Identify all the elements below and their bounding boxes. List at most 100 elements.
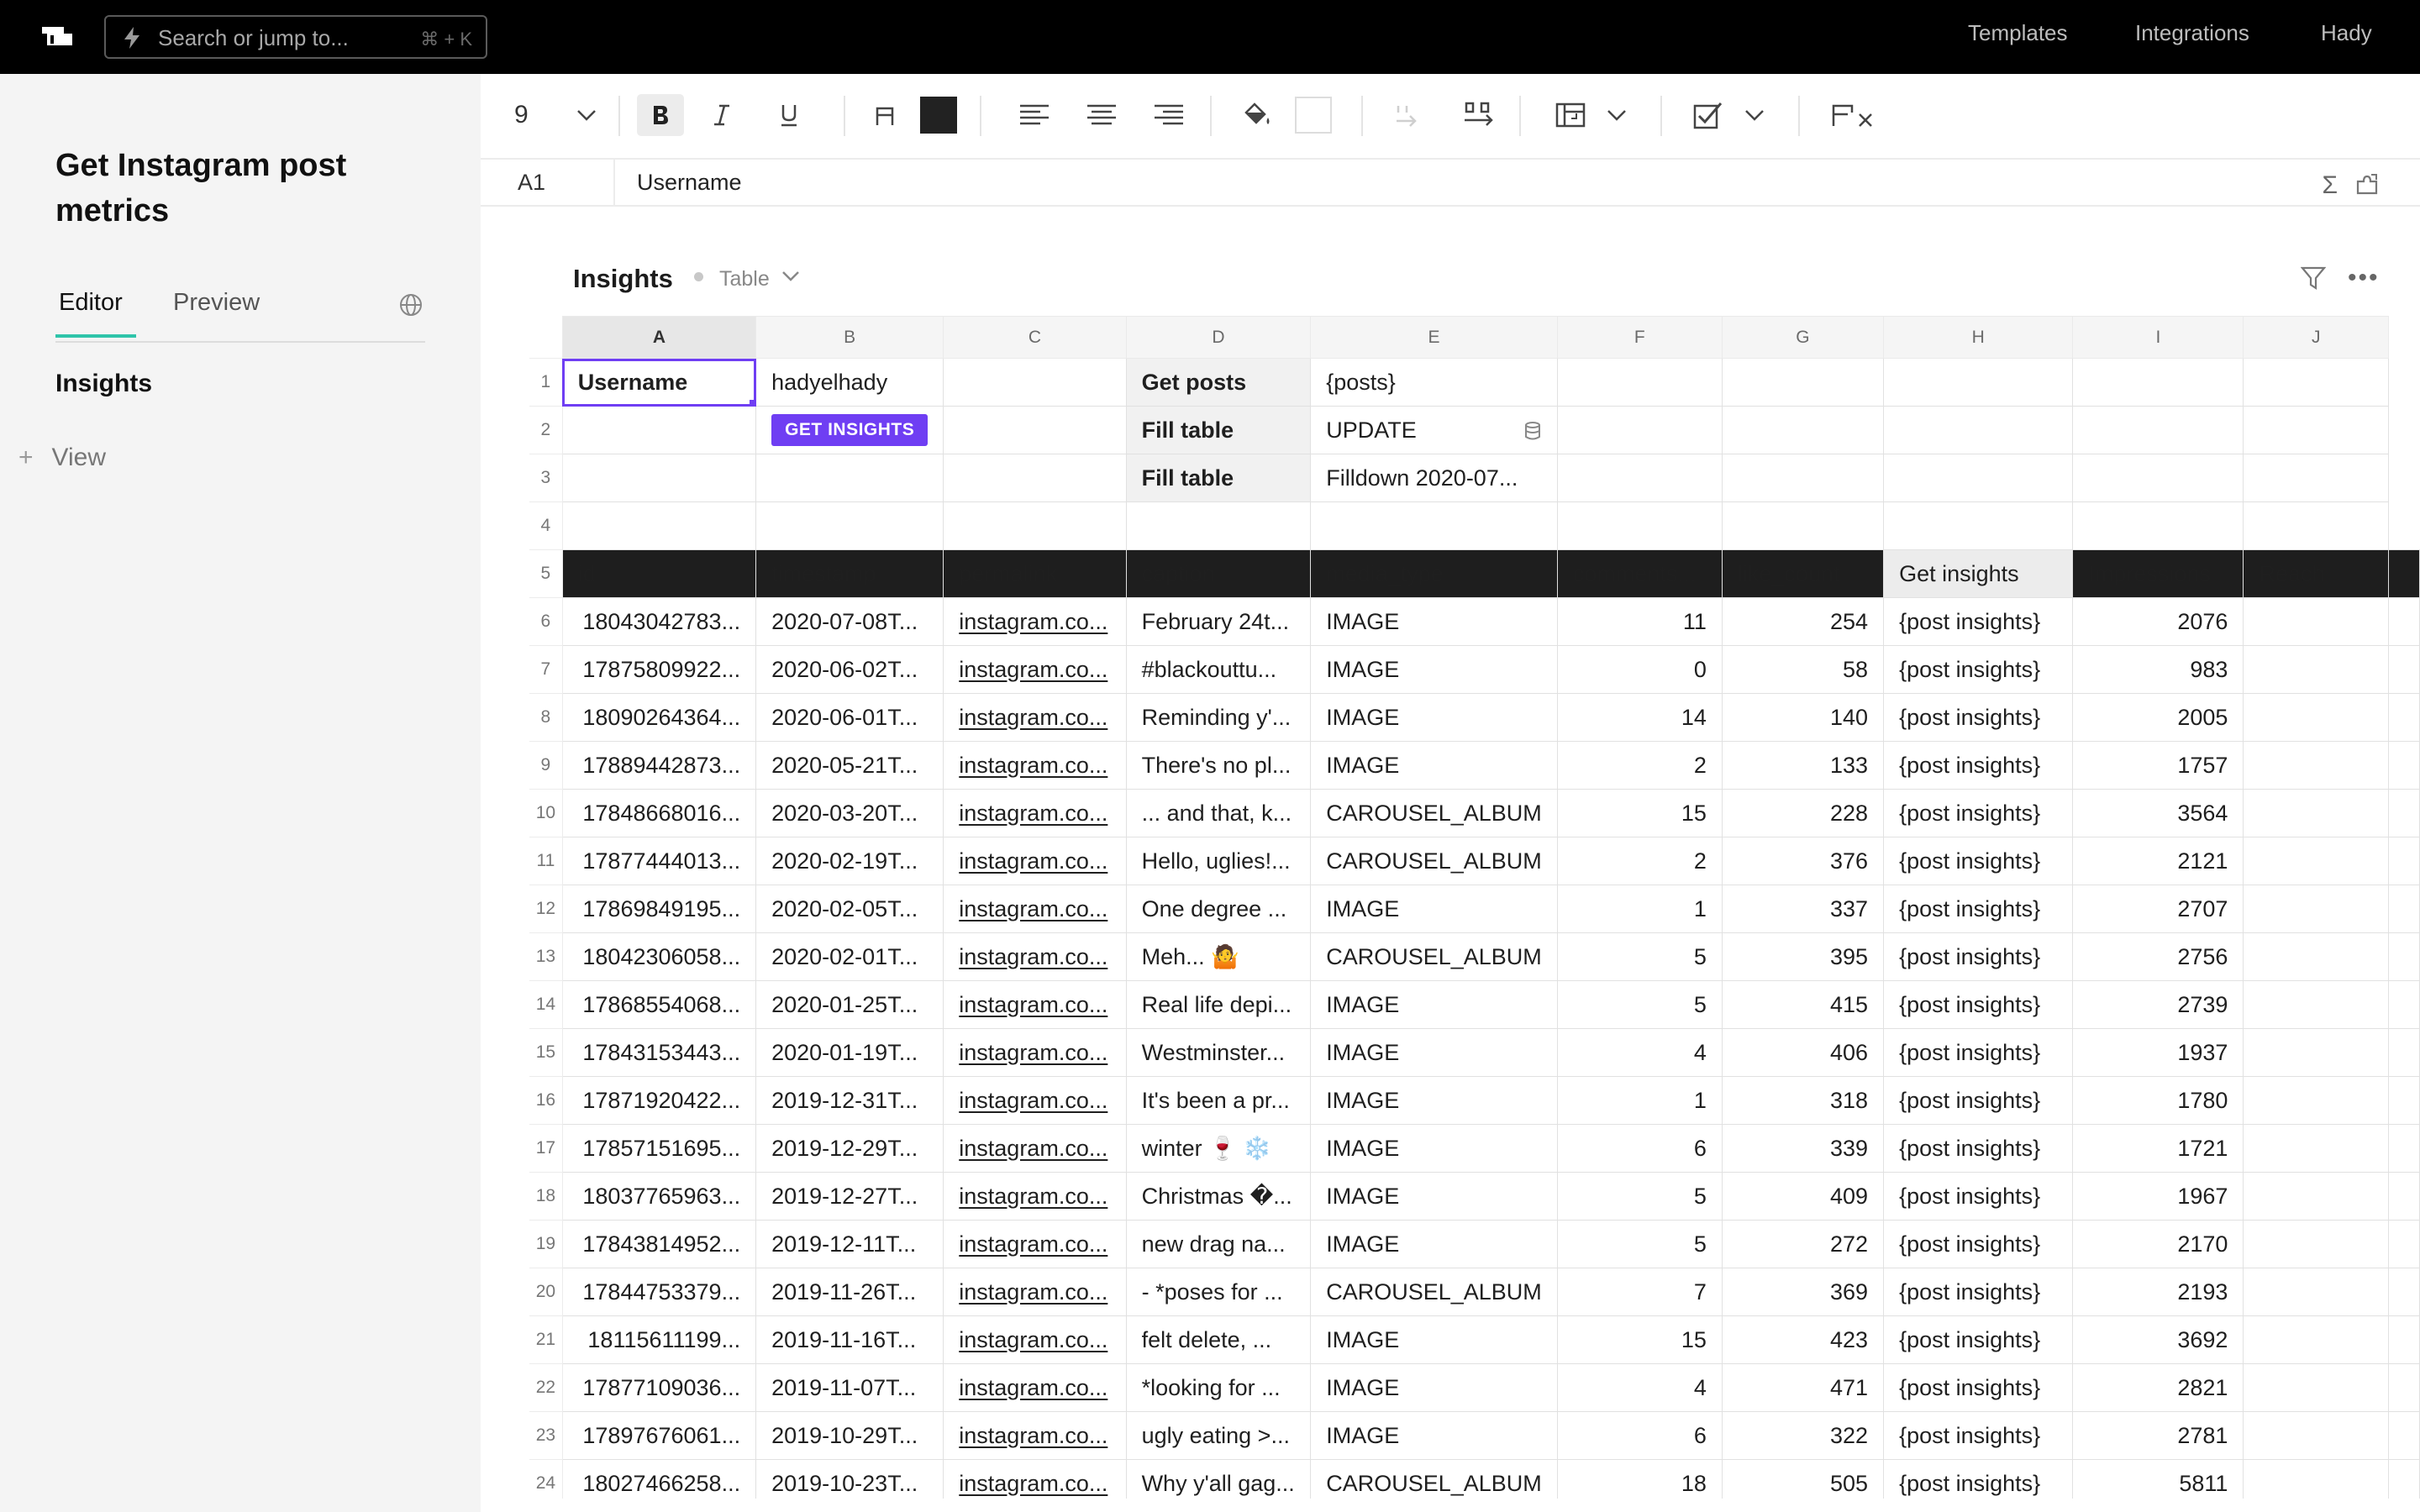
cell[interactable] — [2388, 837, 2420, 885]
permalink-cell[interactable]: instagram.co... — [943, 1459, 1127, 1499]
cell[interactable]: It's been a pr... — [1125, 1076, 1312, 1125]
cell[interactable]: 254 — [1721, 597, 1885, 646]
cell[interactable]: {post insights} — [1883, 1363, 2074, 1412]
cell[interactable] — [943, 501, 1127, 550]
cell[interactable]: 2821 — [2072, 1363, 2244, 1412]
cell[interactable]: 2020-06-02T... — [755, 645, 944, 694]
fill-handle[interactable] — [750, 400, 755, 406]
cell[interactable]: 18 — [1556, 1459, 1723, 1499]
cell[interactable] — [2388, 1363, 2420, 1412]
cell[interactable]: 2020-03-20T... — [755, 789, 944, 837]
text-color-button[interactable] — [864, 94, 906, 136]
row-number[interactable]: 10 — [529, 789, 563, 837]
cell[interactable]: 18090264364... — [561, 693, 757, 742]
cell[interactable] — [2072, 406, 2244, 454]
cell[interactable] — [2243, 885, 2389, 933]
cell[interactable]: 5 — [1556, 1220, 1723, 1268]
cell[interactable]: 983 — [2072, 645, 2244, 694]
cell[interactable]: {post insights} — [1883, 885, 2074, 933]
selected-cell-username-label[interactable]: Username — [561, 358, 757, 407]
row-number[interactable]: 7 — [529, 645, 563, 694]
get-insights-button[interactable]: GET INSIGHTS — [771, 414, 929, 446]
cell[interactable]: 1967 — [2072, 1172, 2244, 1221]
cell[interactable]: 140 — [1721, 693, 1885, 742]
coda-logo-icon[interactable] — [42, 25, 76, 49]
cell[interactable]: One degree ... — [1125, 885, 1312, 933]
cell[interactable]: Christmas �... — [1125, 1172, 1312, 1221]
cell[interactable]: 17868554068... — [561, 980, 757, 1029]
cell[interactable]: 2019-12-31T... — [755, 1076, 944, 1125]
fill-color-button[interactable] — [1237, 94, 1279, 136]
cell[interactable] — [2388, 980, 2420, 1029]
cell[interactable]: 505 — [1721, 1459, 1885, 1499]
cell[interactable]: winter 🍷 ❄️ — [1125, 1124, 1312, 1173]
cell[interactable]: 376 — [1721, 837, 1885, 885]
cell[interactable] — [2388, 1315, 2420, 1364]
cell[interactable]: 7 — [1556, 1268, 1723, 1316]
table-column-header[interactable] — [2388, 549, 2420, 598]
row-number[interactable]: 24 — [529, 1459, 563, 1499]
cell[interactable]: CAROUSEL_ALBUM — [1310, 932, 1558, 981]
cell[interactable]: 17889442873... — [561, 741, 757, 790]
cell[interactable]: 15 — [1556, 1315, 1723, 1364]
permalink-cell[interactable]: instagram.co... — [943, 1315, 1127, 1364]
cell[interactable]: 2019-11-16T... — [755, 1315, 944, 1364]
row-number[interactable]: 12 — [529, 885, 563, 933]
cell[interactable] — [2243, 1076, 2389, 1125]
table-column-header[interactable]: like_count — [1721, 549, 1885, 598]
filter-icon[interactable] — [2301, 265, 2326, 291]
cell[interactable]: 2020-01-19T... — [755, 1028, 944, 1077]
column-header-d[interactable]: D — [1125, 316, 1312, 359]
cell[interactable] — [561, 406, 757, 454]
permalink-cell[interactable]: instagram.co... — [943, 1268, 1127, 1316]
search-input[interactable]: Search or jump to... ⌘ + K — [104, 15, 487, 59]
cell[interactable] — [2388, 1028, 2420, 1077]
cell[interactable]: 0 — [1556, 645, 1723, 694]
column-format-chevron-down-icon[interactable] — [1600, 94, 1634, 136]
table-column-header[interactable]: permalink — [943, 549, 1127, 598]
cell[interactable] — [1310, 501, 1558, 550]
nav-templates-link[interactable]: Templates — [1968, 20, 2068, 46]
cell[interactable] — [1883, 501, 2074, 550]
cell[interactable] — [943, 358, 1127, 407]
cell[interactable]: *looking for ... — [1125, 1363, 1312, 1412]
cell[interactable] — [2243, 1220, 2389, 1268]
cell[interactable]: 17875809922... — [561, 645, 757, 694]
cell[interactable]: IMAGE — [1310, 597, 1558, 646]
cell[interactable] — [561, 501, 757, 550]
column-header-a[interactable]: A — [561, 316, 757, 359]
text-color-swatch[interactable] — [918, 94, 960, 136]
cell[interactable] — [2243, 693, 2389, 742]
cell[interactable]: 2076 — [2072, 597, 2244, 646]
font-size-chevron-down-icon[interactable] — [570, 94, 603, 136]
cell[interactable]: 17848668016... — [561, 789, 757, 837]
font-size-value[interactable]: 9 — [514, 94, 548, 136]
cell[interactable] — [2388, 1076, 2420, 1125]
cell[interactable]: IMAGE — [1310, 885, 1558, 933]
permalink-cell[interactable]: instagram.co... — [943, 885, 1127, 933]
permalink-cell[interactable]: instagram.co... — [943, 1363, 1127, 1412]
cell[interactable]: 2020-06-01T... — [755, 693, 944, 742]
cell[interactable]: CAROUSEL_ALBUM — [1310, 789, 1558, 837]
column-format-button[interactable] — [1549, 94, 1591, 136]
cell[interactable] — [2243, 1363, 2389, 1412]
cell[interactable]: 5 — [1556, 980, 1723, 1029]
cell[interactable]: 2019-10-23T... — [755, 1459, 944, 1499]
cell[interactable]: {post insights} — [1883, 1076, 2074, 1125]
add-view-button[interactable]: + View — [18, 444, 106, 472]
cell[interactable]: 1 — [1556, 1076, 1723, 1125]
permalink-cell[interactable]: instagram.co... — [943, 789, 1127, 837]
cell[interactable]: IMAGE — [1310, 1363, 1558, 1412]
cell[interactable] — [2243, 1172, 2389, 1221]
cell[interactable] — [1883, 358, 2074, 407]
cell[interactable]: 17877444013... — [561, 837, 757, 885]
column-header-i[interactable]: I — [2072, 316, 2244, 359]
cell[interactable] — [943, 406, 1127, 454]
cell[interactable]: 2781 — [2072, 1411, 2244, 1460]
cell[interactable]: February 24t... — [1125, 597, 1312, 646]
checkbox-format-button[interactable] — [1687, 94, 1729, 136]
cell[interactable] — [2388, 1459, 2420, 1499]
cell[interactable]: {post insights} — [1883, 693, 2074, 742]
cell[interactable]: {post insights} — [1883, 837, 2074, 885]
cell[interactable]: 2020-07-08T... — [755, 597, 944, 646]
